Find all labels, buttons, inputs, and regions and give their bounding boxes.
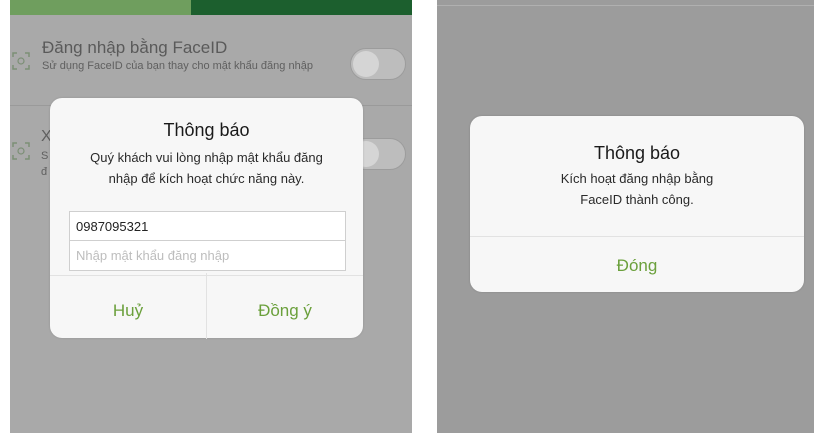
faceid-icon — [12, 52, 30, 70]
right-screen: Thông báo Kích hoạt đăng nhập bằng FaceI… — [437, 0, 814, 433]
success-dialog-title: Thông báo — [593, 143, 681, 163]
hidden-setting-fragment-3: đ — [41, 166, 48, 178]
dialog-button-separator — [206, 273, 207, 339]
faceid-setting-description: Sử dụng FaceID của bạn thay cho mật khẩu… — [42, 60, 313, 72]
success-dialog: Thông báo Kích hoạt đăng nhập bằng FaceI… — [470, 116, 804, 292]
dialog-message: Quý khách vui lòng nhập mật khẩu đăng nh… — [90, 150, 323, 186]
cancel-button[interactable]: Huỷ — [50, 301, 206, 321]
success-dialog-message: Kích hoạt đăng nhập bằng FaceID thành cô… — [560, 171, 714, 207]
password-input[interactable] — [69, 241, 346, 271]
faceid-toggle[interactable] — [350, 48, 406, 80]
phone-input[interactable] — [69, 211, 346, 241]
confirm-button[interactable]: Đồng ý — [207, 301, 363, 321]
success-dialog-divider — [470, 236, 804, 237]
header-bar — [10, 0, 412, 15]
hidden-setting-fragment-2: S — [41, 150, 49, 162]
close-button[interactable]: Đóng — [470, 256, 804, 276]
dialog-title: Thông báo — [163, 120, 250, 140]
touchid-icon — [12, 142, 30, 160]
top-divider — [437, 5, 814, 6]
left-screen: Đăng nhập bằng FaceID Sử dụng FaceID của… — [10, 0, 412, 433]
faceid-setting-title: Đăng nhập bằng FaceID — [42, 38, 228, 57]
